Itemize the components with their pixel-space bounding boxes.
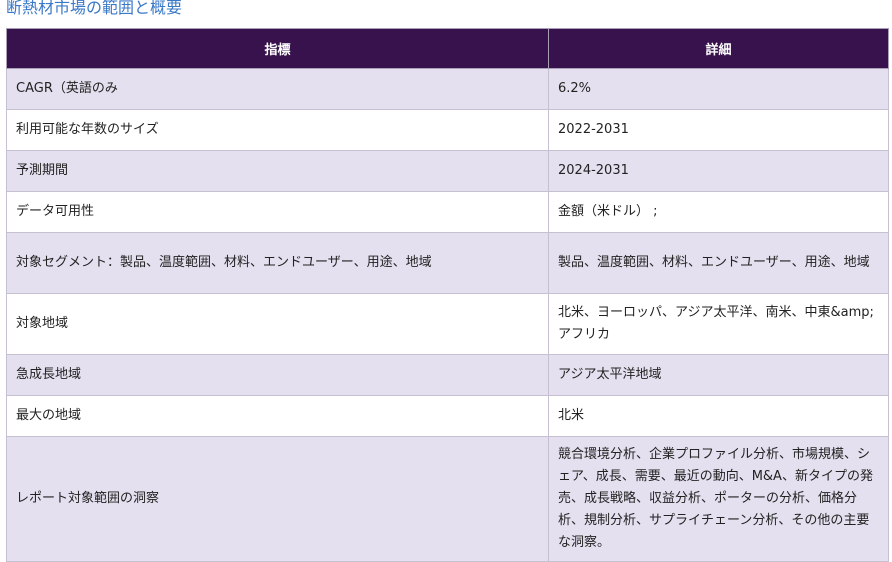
table-row: 対象セグメント：製品、温度範囲、材料、エンドユーザー、用途、地域 製品、温度範囲… xyxy=(6,232,889,294)
table-row: 最大の地域 北米 xyxy=(6,395,889,437)
detail-cell: 製品、温度範囲、材料、エンドユーザー、用途、地域 xyxy=(548,232,889,294)
metric-cell: 対象地域 xyxy=(6,293,549,355)
table-row: 利用可能な年数のサイズ 2022-2031 xyxy=(6,109,889,151)
table-row: 予測期間 2024-2031 xyxy=(6,150,889,192)
table-row: レポート対象範囲の洞察 競合環境分析、企業プロファイル分析、市場規模、シェア、成… xyxy=(6,436,889,562)
table-row: 急成長地域 アジア太平洋地域 xyxy=(6,354,889,396)
table-row: データ可用性 金額（米ドル） ; xyxy=(6,191,889,233)
detail-cell: 2024-2031 xyxy=(548,150,889,192)
detail-cell: 競合環境分析、企業プロファイル分析、市場規模、シェア、成長、需要、最近の動向、M… xyxy=(548,436,889,562)
column-header-metric: 指標 xyxy=(6,28,549,69)
market-scope-table: 指標 詳細 CAGR（英語のみ 6.2% 利用可能な年数のサイズ 2022-20… xyxy=(6,28,889,562)
detail-cell: 6.2% xyxy=(548,68,889,110)
section-title: 断熱材市場の範囲と概要 xyxy=(6,0,183,17)
detail-cell: アジア太平洋地域 xyxy=(548,354,889,396)
metric-cell: データ可用性 xyxy=(6,191,549,233)
detail-cell: 北米 xyxy=(548,395,889,437)
metric-cell: CAGR（英語のみ xyxy=(6,68,549,110)
detail-cell: 金額（米ドル） ; xyxy=(548,191,889,233)
metric-cell: 予測期間 xyxy=(6,150,549,192)
table-header-row: 指標 詳細 xyxy=(6,28,889,69)
column-header-detail: 詳細 xyxy=(548,28,889,69)
table-row: 対象地域 北米、ヨーロッパ、アジア太平洋、南米、中東&amp;アフリカ xyxy=(6,293,889,355)
detail-cell: 2022-2031 xyxy=(548,109,889,151)
metric-cell: レポート対象範囲の洞察 xyxy=(6,436,549,562)
metric-cell: 急成長地域 xyxy=(6,354,549,396)
metric-cell: 利用可能な年数のサイズ xyxy=(6,109,549,151)
detail-cell: 北米、ヨーロッパ、アジア太平洋、南米、中東&amp;アフリカ xyxy=(548,293,889,355)
metric-cell: 対象セグメント：製品、温度範囲、材料、エンドユーザー、用途、地域 xyxy=(6,232,549,294)
metric-cell: 最大の地域 xyxy=(6,395,549,437)
table-row: CAGR（英語のみ 6.2% xyxy=(6,68,889,110)
